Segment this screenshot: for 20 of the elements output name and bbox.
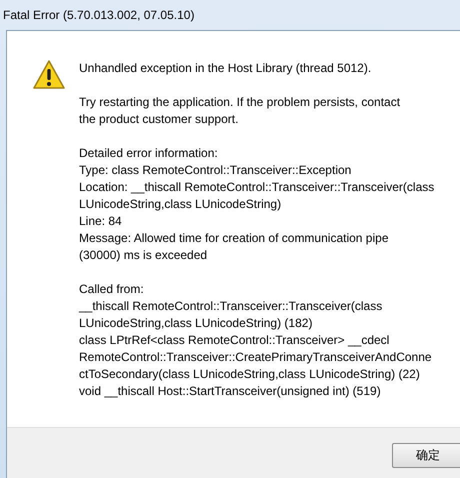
advice-text-line: Try restarting the application. If the problem persists, contact xyxy=(79,94,402,111)
detail-text-line: Line: 84 xyxy=(79,213,123,230)
call-stack-line: ctToSecondary(class LUnicodeString,class LUnicodeString) (22) xyxy=(79,366,421,383)
warning-icon xyxy=(33,60,65,90)
detail-text-line: Type: class RemoteControl::Transceiver::Exception xyxy=(79,162,352,179)
call-stack-line: RemoteControl::Transceiver::CreatePrimaryTransceiverAndConne xyxy=(79,349,433,366)
ok-button[interactable]: 确定 xyxy=(392,442,460,468)
window-title: Fatal Error (5.70.013.002, 07.05.10) xyxy=(3,8,194,22)
detail-text-line: Location: __thiscall RemoteControl::Transceiver::Transceiver(class xyxy=(79,179,434,196)
detail-text-line: Detailed error information: xyxy=(79,145,219,162)
call-stack-line: class LPtrRef<class RemoteControl::Transceiver> __cdecl xyxy=(79,332,390,349)
detail-text-line: LUnicodeString,class LUnicodeString) xyxy=(79,196,282,213)
call-stack-line: Called from: xyxy=(79,281,145,298)
call-stack-line: void __thiscall Host::StartTransceiver(unsigned int) (519) xyxy=(79,383,382,400)
call-stack-line: LUnicodeString,class LUnicodeString) (182) xyxy=(79,315,314,332)
call-stack-line: __thiscall RemoteControl::Transceiver::Transceiver(class xyxy=(79,298,384,315)
error-heading: Unhandled exception in the Host Library (thread 5012). xyxy=(79,60,372,77)
detail-text-line: (30000) ms is exceeded xyxy=(79,247,208,264)
advice-text-line: the product customer support. xyxy=(79,111,240,128)
detail-text-line: Message: Allowed time for creation of communication pipe xyxy=(79,230,390,247)
